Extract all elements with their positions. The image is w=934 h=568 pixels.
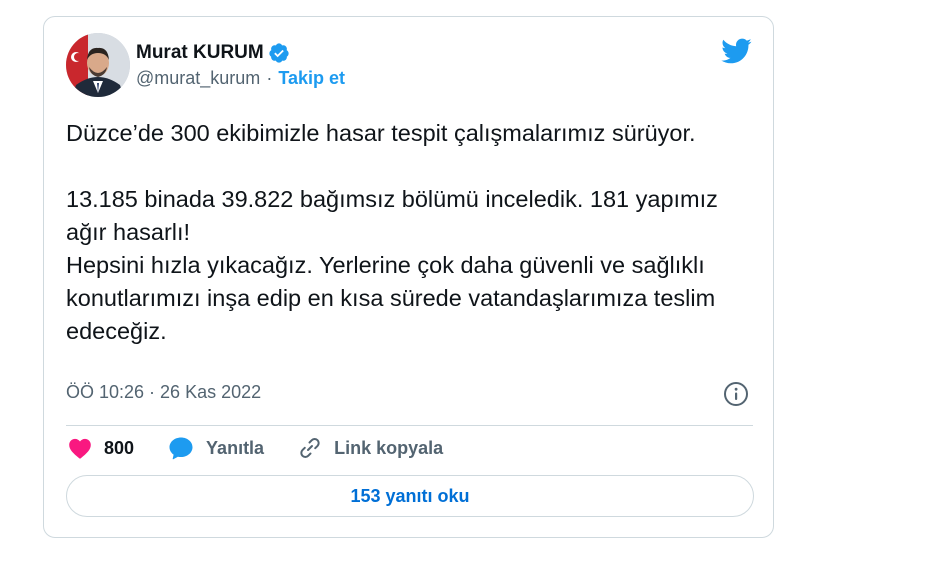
avatar[interactable]	[66, 33, 130, 97]
copy-link-button[interactable]: Link kopyala	[298, 436, 443, 460]
info-icon[interactable]	[723, 381, 749, 407]
separator-dot: ·	[266, 68, 273, 88]
heart-icon	[69, 438, 91, 459]
reply-button[interactable]: Yanıtla	[168, 436, 264, 460]
avatar-portrait-icon	[66, 33, 130, 97]
tweet-card: Murat KURUM @murat_kurum · Takip et Düzc…	[43, 16, 774, 538]
author-handle[interactable]: @murat_kurum	[136, 68, 260, 89]
tweet-actions: 800 Yanıtla Link kopyala	[68, 435, 477, 461]
like-button[interactable]: 800	[68, 437, 134, 459]
author-name[interactable]: Murat KURUM	[136, 42, 264, 64]
copy-link-label: Link kopyala	[334, 437, 444, 458]
tweet-text: Düzce’de 300 ekibimizle hasar tespit çal…	[66, 120, 718, 344]
reply-bubble-icon	[169, 437, 193, 460]
follow-button[interactable]: Takip et	[278, 68, 345, 89]
like-count: 800	[104, 437, 135, 458]
author-name-row: Murat KURUM	[136, 42, 290, 64]
twitter-bird-icon[interactable]	[720, 37, 752, 65]
read-replies-button[interactable]: 153 yanıtı oku	[66, 475, 754, 517]
reply-label: Yanıtla	[206, 437, 265, 458]
divider	[66, 425, 753, 426]
author-handle-row: @murat_kurum · Takip et	[136, 68, 345, 89]
verified-badge-icon	[268, 42, 290, 64]
tweet-timestamp[interactable]: ÖÖ 10:26 · 26 Kas 2022	[66, 382, 261, 403]
link-icon	[300, 438, 320, 458]
